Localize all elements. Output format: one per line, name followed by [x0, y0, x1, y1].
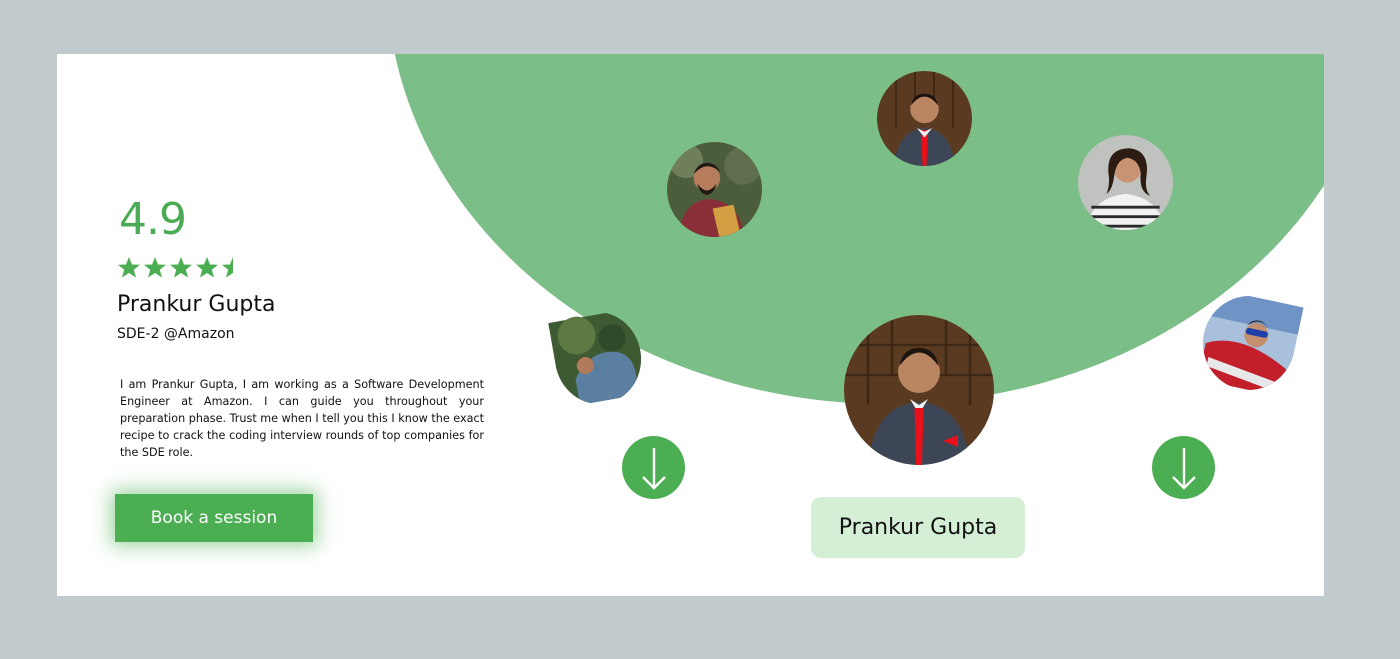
person-photo-icon [877, 71, 972, 166]
selected-mentor-name: Prankur Gupta [811, 497, 1025, 558]
star-icon [196, 257, 218, 278]
mentor-avatar[interactable] [1194, 287, 1304, 398]
star-icon [118, 257, 140, 278]
person-photo-icon [667, 142, 762, 237]
prev-mentor-button[interactable] [622, 436, 685, 499]
half-star-icon [222, 257, 233, 278]
star-icon [170, 257, 192, 278]
star-icon [144, 257, 166, 278]
mentor-avatar[interactable] [1078, 135, 1173, 230]
person-photo-icon [844, 315, 994, 465]
person-photo-icon [1078, 135, 1173, 230]
mentor-role: SDE-2 @Amazon [117, 326, 235, 342]
book-session-button[interactable]: Book a session [115, 494, 313, 542]
arrow-down-icon [641, 447, 666, 490]
rating-value: 4.9 [119, 194, 187, 245]
mentor-name: Prankur Gupta [117, 292, 276, 317]
arrow-down-icon [1171, 447, 1196, 490]
rating-stars [117, 256, 235, 278]
person-photo-icon [1194, 288, 1304, 398]
mentor-avatar[interactable] [667, 142, 762, 237]
selected-mentor-avatar[interactable] [844, 315, 994, 465]
mentor-bio: I am Prankur Gupta, I am working as a So… [120, 378, 484, 459]
mentor-card: 4.9 Prankur Gupta SDE-2 @Amazon I am Pra… [57, 54, 1324, 596]
next-mentor-button[interactable] [1152, 436, 1215, 499]
mentor-avatar[interactable] [877, 71, 972, 166]
